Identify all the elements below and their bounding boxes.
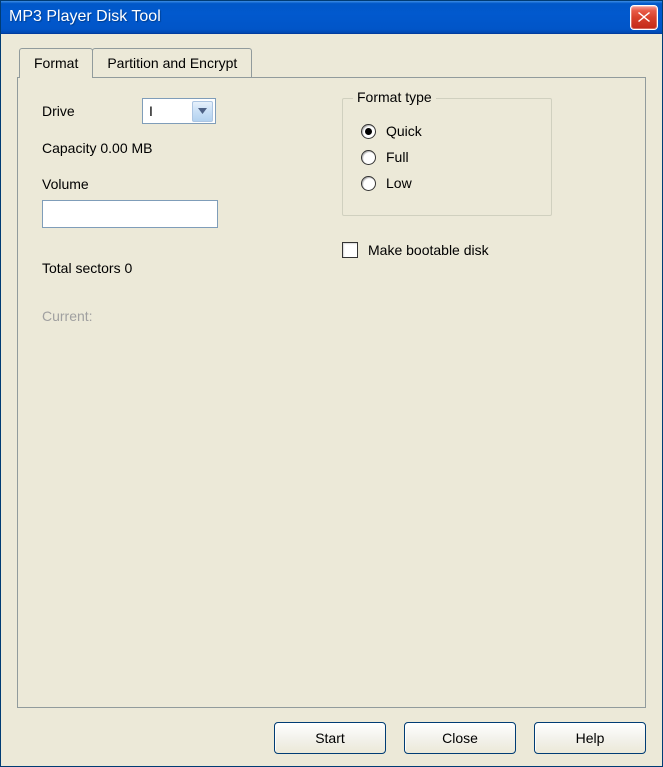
volume-section: Volume — [42, 176, 342, 228]
close-button[interactable]: Close — [404, 722, 516, 754]
bootable-checkbox-row[interactable]: Make bootable disk — [342, 242, 621, 258]
volume-label: Volume — [42, 176, 342, 192]
titlebar: MP3 Player Disk Tool — [1, 1, 662, 34]
radio-quick-label: Quick — [386, 123, 422, 139]
radio-full[interactable]: Full — [361, 149, 533, 165]
drive-dropdown-button[interactable] — [192, 101, 213, 122]
radio-icon — [361, 124, 376, 139]
radio-quick[interactable]: Quick — [361, 123, 533, 139]
radio-low-label: Low — [386, 175, 412, 191]
button-row: Start Close Help — [17, 708, 646, 754]
close-window-button[interactable] — [630, 5, 658, 30]
client-area: Format Partition and Encrypt Drive I — [1, 34, 662, 766]
close-icon — [637, 11, 651, 23]
left-column: Drive I Capacity 0.00 MB Volume — [42, 98, 342, 324]
format-type-legend: Format type — [353, 89, 436, 105]
radio-icon — [361, 176, 376, 191]
tab-partition-encrypt[interactable]: Partition and Encrypt — [92, 48, 252, 77]
help-button[interactable]: Help — [534, 722, 646, 754]
drive-value: I — [143, 103, 192, 119]
tabs-container: Format Partition and Encrypt Drive I — [17, 48, 646, 708]
drive-label: Drive — [42, 103, 142, 119]
bootable-label: Make bootable disk — [368, 242, 489, 258]
format-type-group: Format type Quick Full Low — [342, 98, 552, 216]
drive-select[interactable]: I — [142, 98, 216, 124]
total-sectors-text: Total sectors 0 — [42, 260, 342, 276]
app-window: MP3 Player Disk Tool Format Partition an… — [0, 0, 663, 767]
volume-input[interactable] — [42, 200, 218, 228]
right-column: Format type Quick Full Low — [342, 98, 621, 258]
start-button[interactable]: Start — [274, 722, 386, 754]
radio-low[interactable]: Low — [361, 175, 533, 191]
window-title: MP3 Player Disk Tool — [9, 8, 630, 26]
capacity-text: Capacity 0.00 MB — [42, 140, 342, 156]
radio-full-label: Full — [386, 149, 409, 165]
tab-format[interactable]: Format — [19, 48, 93, 78]
tab-panel-format: Drive I Capacity 0.00 MB Volume — [17, 77, 646, 708]
checkbox-icon — [342, 242, 358, 258]
current-label: Current: — [42, 308, 342, 324]
chevron-down-icon — [198, 108, 207, 114]
tab-row: Format Partition and Encrypt — [19, 48, 646, 77]
radio-icon — [361, 150, 376, 165]
